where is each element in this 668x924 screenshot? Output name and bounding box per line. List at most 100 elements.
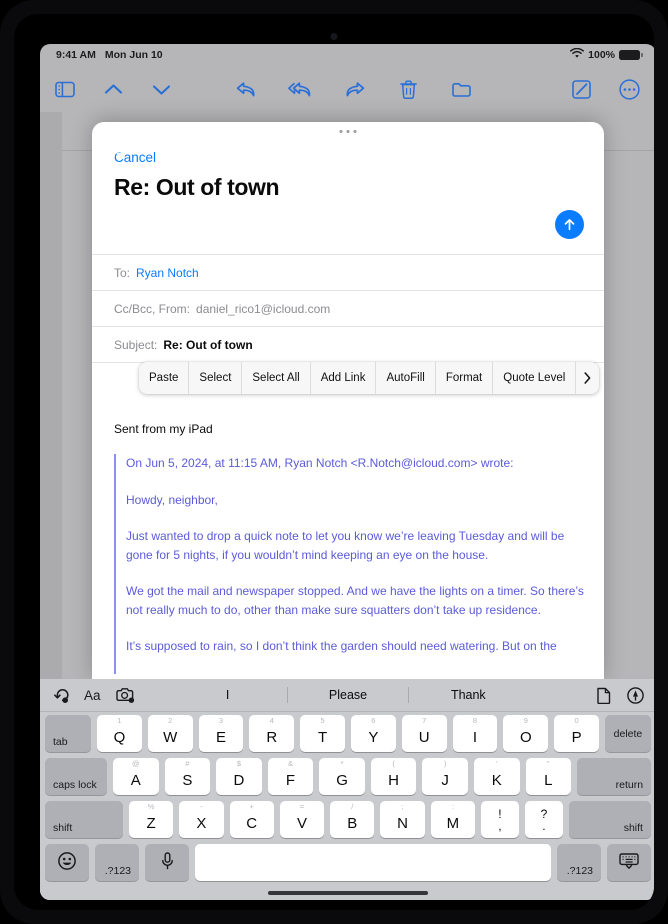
key-p[interactable]: 0P: [554, 715, 599, 752]
key-x[interactable]: -X: [179, 801, 224, 838]
key-s[interactable]: # S: [164, 758, 211, 795]
more-options-icon[interactable]: [616, 76, 642, 102]
battery-icon: [619, 50, 643, 60]
menu-item-format[interactable]: Format: [436, 362, 494, 394]
key-tab[interactable]: tab: [45, 715, 91, 752]
key-i[interactable]: 8I: [452, 715, 498, 752]
quote-paragraph: We got the mail and newspaper stopped. A…: [126, 584, 584, 617]
markup-icon[interactable]: [627, 686, 644, 704]
key-b[interactable]: / B: [330, 801, 375, 838]
compose-icon[interactable]: [568, 76, 594, 102]
key-g[interactable]: * G: [319, 758, 365, 795]
key-t[interactable]: 5T: [300, 715, 345, 752]
key-delete[interactable]: delete: [604, 715, 651, 752]
send-button[interactable]: [555, 210, 584, 239]
device-bezel: 9:41 AM Mon Jun 10 100% Cancel Re: Out o…: [14, 14, 654, 910]
status-time: 9:41 AM: [56, 49, 96, 61]
key-q[interactable]: 1Q: [97, 715, 142, 752]
quote-paragraph: It’s supposed to rain, so I don’t think …: [126, 639, 557, 653]
reply-icon[interactable]: [233, 76, 259, 102]
camera-icon[interactable]: [115, 687, 135, 703]
key-dictation[interactable]: [145, 844, 189, 881]
to-field-recipient[interactable]: Ryan Notch: [136, 266, 199, 280]
menu-more-button[interactable]: [576, 362, 599, 394]
previous-message-icon[interactable]: [100, 76, 126, 102]
compose-title: Re: Out of town: [114, 174, 280, 200]
key-emoji[interactable]: [45, 844, 89, 881]
subject-field-value[interactable]: Re: Out of town: [163, 338, 252, 352]
menu-item-select-all[interactable]: Select All: [242, 362, 311, 394]
home-indicator[interactable]: [268, 891, 428, 895]
key-m[interactable]: :M: [430, 801, 475, 838]
keyboard-tools-right: [597, 686, 644, 704]
suggestion-item[interactable]: Please: [288, 687, 409, 703]
key-k[interactable]: ’ K: [473, 758, 520, 795]
key-return[interactable]: return: [577, 758, 652, 795]
ccbcc-from-field-row[interactable]: Cc/Bcc, From: daniel_rico1@icloud.com: [92, 290, 604, 326]
key-y[interactable]: 6Y: [350, 715, 396, 752]
key-w[interactable]: 2W: [147, 715, 193, 752]
to-field-row[interactable]: To: Ryan Notch: [92, 254, 604, 290]
toolbar-right-group: [568, 76, 642, 102]
key-question-period[interactable]: ? .: [524, 801, 563, 838]
from-field-address[interactable]: daniel_rico1@icloud.com: [196, 302, 330, 316]
trash-icon[interactable]: [395, 76, 421, 102]
key-u[interactable]: 7U: [401, 715, 447, 752]
key-numbers-right[interactable]: .?123: [557, 844, 601, 881]
key-r[interactable]: 4R: [249, 715, 295, 752]
edit-menu-pointer: [116, 153, 126, 159]
menu-item-autofill[interactable]: AutoFill: [376, 362, 436, 394]
forward-icon[interactable]: [341, 76, 367, 102]
sidebar-toggle-icon[interactable]: [52, 76, 78, 102]
menu-item-select[interactable]: Select: [189, 362, 243, 394]
mail-toolbar: [40, 66, 654, 112]
predictive-toolbar: Aa I Please Thank: [40, 679, 654, 712]
quote-paragraph: Just wanted to drop a quick note to let …: [126, 529, 565, 562]
to-field-label: To:: [114, 265, 131, 280]
ipad-device: 9:41 AM Mon Jun 10 100% Cancel Re: Out o…: [0, 0, 668, 924]
key-shift-right[interactable]: shift: [568, 801, 651, 838]
menu-item-paste[interactable]: Paste: [139, 362, 190, 394]
key-numbers-left[interactable]: .?123: [95, 844, 139, 881]
suggestion-item[interactable]: Thank: [409, 687, 528, 703]
wifi-icon: [570, 47, 585, 62]
key-exclamation-comma[interactable]: ! ,: [480, 801, 519, 838]
key-z[interactable]: % Z: [129, 801, 174, 838]
status-date: Mon Jun 10: [104, 49, 163, 61]
subject-field-row[interactable]: Subject: Re: Out of town: [92, 326, 604, 362]
menu-item-add-link[interactable]: Add Link: [311, 362, 377, 394]
status-bar-left: 9:41 AM Mon Jun 10: [56, 49, 163, 61]
key-caps-lock[interactable]: caps lock: [45, 758, 107, 795]
key-d[interactable]: $ D: [216, 758, 262, 795]
predictive-suggestions: I Please Thank: [168, 684, 528, 706]
key-e[interactable]: 3E: [198, 715, 244, 752]
suggestion-item[interactable]: I: [168, 687, 289, 703]
key-c[interactable]: + C: [229, 801, 274, 838]
undo-icon[interactable]: [52, 687, 69, 704]
text-format-icon[interactable]: Aa: [84, 688, 101, 703]
chevron-right-icon: [584, 372, 591, 384]
key-l[interactable]: ” L: [525, 758, 572, 795]
reply-all-icon[interactable]: [287, 76, 313, 102]
next-message-icon[interactable]: [148, 76, 174, 102]
ipad-screen: 9:41 AM Mon Jun 10 100% Cancel Re: Out o…: [40, 44, 654, 900]
key-h[interactable]: (H: [370, 758, 417, 795]
key-v[interactable]: = V: [279, 801, 325, 838]
status-bar-right: 100%: [570, 47, 643, 62]
sheet-grabber[interactable]: [339, 130, 357, 133]
key-o[interactable]: 9O: [503, 715, 549, 752]
quote-paragraph: Howdy, neighbor,: [126, 492, 218, 507]
keyboard-row-3: shift %Z -X +C =V /B ;N :M ! , ? .: [40, 798, 654, 841]
key-n[interactable]: ; N: [380, 801, 425, 838]
key-shift-left[interactable]: shift: [45, 801, 123, 838]
key-f[interactable]: & F: [267, 758, 314, 795]
front-camera-dot: [330, 33, 338, 40]
key-hide-keyboard[interactable]: [607, 844, 651, 881]
key-a[interactable]: @ A: [113, 758, 159, 795]
key-space[interactable]: [195, 844, 551, 881]
document-icon[interactable]: [597, 687, 611, 704]
folder-icon[interactable]: [449, 76, 475, 102]
menu-item-quote-level[interactable]: Quote Level: [493, 362, 577, 394]
message-body[interactable]: Sent from my iPad On Jun 5, 2024, at 11:…: [92, 374, 604, 682]
key-j[interactable]: ) J: [422, 758, 468, 795]
